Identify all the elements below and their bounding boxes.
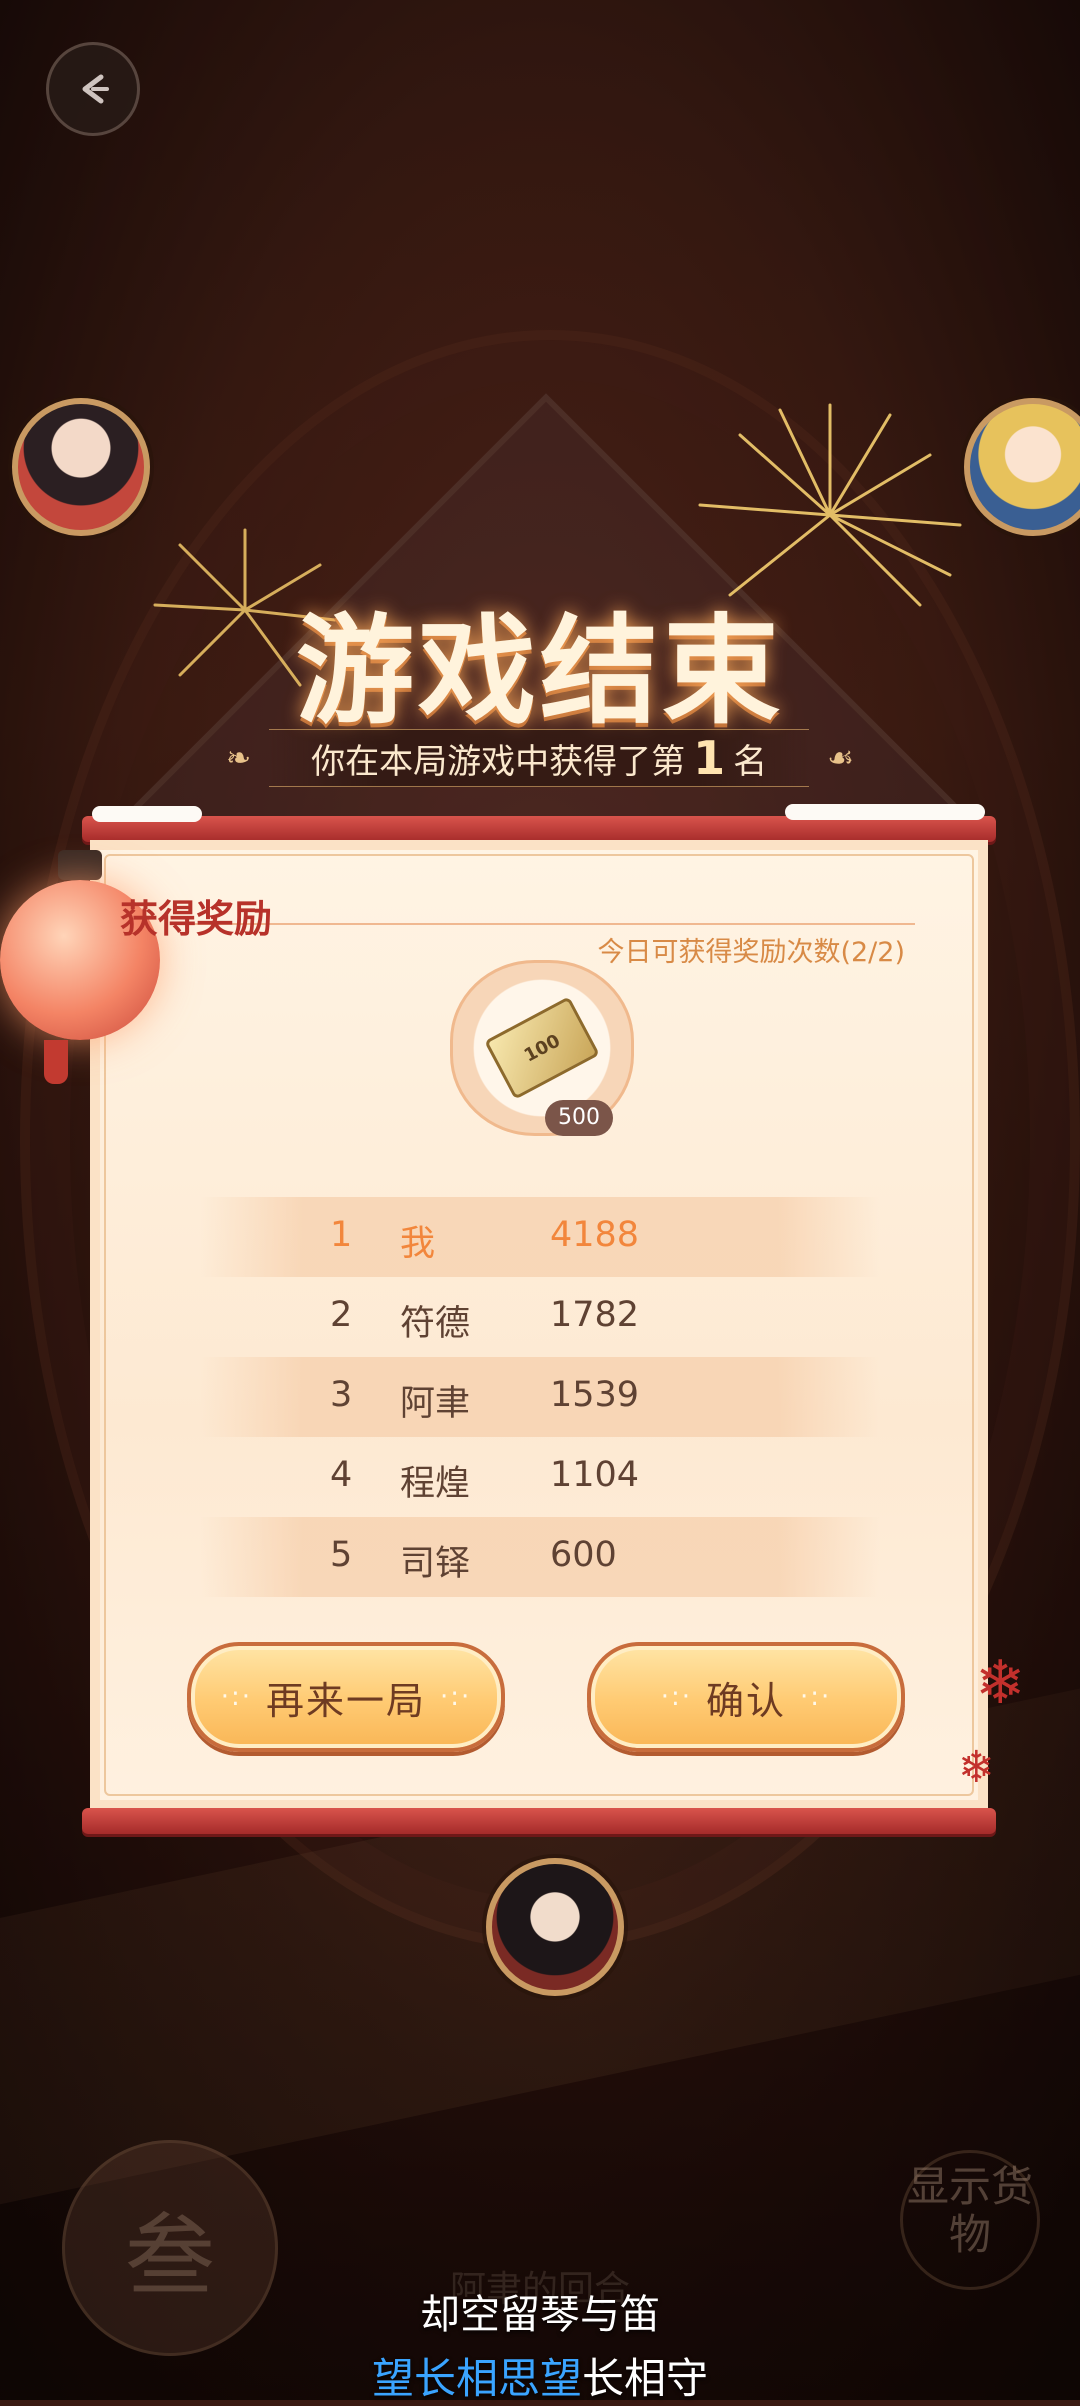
- snow-decoration: [785, 804, 985, 820]
- ranking-row: 2 符德 1782: [200, 1277, 880, 1357]
- ranking-score: 4188: [550, 1215, 640, 1255]
- ranking-name: 符德: [400, 1304, 471, 1344]
- ranking-rank: 2: [330, 1295, 353, 1335]
- ranking-score: 600: [550, 1535, 617, 1575]
- snow-decoration: [92, 806, 202, 822]
- ranking-rank: 3: [330, 1375, 353, 1415]
- ranking-name: 阿聿: [400, 1384, 471, 1424]
- confirm-label: 确认: [705, 1678, 786, 1723]
- game-over-title-wrap: 游戏结束: [0, 575, 1080, 746]
- ticket-value: 100: [520, 1029, 564, 1067]
- confirm-button[interactable]: ·:· 确认 ·:·: [587, 1642, 905, 1752]
- reward-title-underline: [175, 893, 915, 925]
- ranking-score: 1539: [550, 1375, 640, 1415]
- lantern-tassel: [44, 1040, 68, 1084]
- player-avatar-bottom[interactable]: [486, 1858, 624, 1996]
- swirl-right-icon: ☙: [827, 740, 855, 776]
- reward-quantity: 500: [545, 1100, 613, 1136]
- snowflake-icon: ❄: [975, 1648, 1026, 1718]
- ranking-rank: 4: [330, 1455, 353, 1495]
- ranking-row: 4 程煌 1104: [200, 1437, 880, 1517]
- ranking-name: 司铎: [400, 1544, 471, 1584]
- rank-suffix: 名: [733, 741, 768, 782]
- ranking-row: 3 阿聿 1539: [200, 1357, 880, 1437]
- rank-value: 1: [693, 731, 726, 785]
- ranking-rank: 1: [330, 1215, 353, 1255]
- back-button[interactable]: [46, 42, 140, 136]
- daily-reward-count: 今日可获得奖励次数(2/2): [597, 937, 905, 968]
- play-again-button[interactable]: ·:· 再来一局 ·:·: [187, 1642, 505, 1752]
- game-over-title: 游戏结束: [295, 601, 784, 740]
- rank-prefix: 你在本局游戏中获得了第: [311, 741, 686, 782]
- reward-title: 获得奖励: [120, 896, 273, 941]
- ranking-rank: 5: [330, 1535, 353, 1575]
- scroll-bottom-rod: [82, 1808, 996, 1834]
- lyric-line-1: 却空留琴与笛: [420, 2292, 660, 2338]
- swirl-left-icon: ❧: [225, 740, 252, 776]
- ranking-score: 1782: [550, 1295, 640, 1335]
- rank-result-bar: 你在本局游戏中获得了第 1 名: [269, 729, 810, 787]
- dots-decoration: ·:·: [220, 1682, 252, 1712]
- player-avatar-left[interactable]: [12, 398, 150, 536]
- ranking-score: 1104: [550, 1455, 640, 1495]
- lyric-line-2-highlight: 望长相思望: [371, 2354, 582, 2403]
- dots-decoration: ·:·: [440, 1682, 472, 1712]
- lantern-cap: [58, 850, 102, 880]
- lyric-line-2-rest: 长相守: [582, 2354, 709, 2403]
- dots-decoration: ·:·: [660, 1682, 692, 1712]
- snowflake-icon: ❄: [958, 1742, 995, 1793]
- ticket-100-icon: 100: [484, 996, 600, 1100]
- play-again-label: 再来一局: [265, 1678, 426, 1723]
- rank-result-line: ❧ 你在本局游戏中获得了第 1 名 ☙: [0, 728, 1080, 788]
- ranking-list: 1 我 4188 2 符德 1782 3 阿聿 1539 4 程煌 1104 5…: [200, 1197, 880, 1597]
- ranking-name: 程煌: [400, 1464, 471, 1504]
- ranking-name: 我: [400, 1224, 436, 1264]
- ranking-row: 5 司铎 600: [200, 1517, 880, 1597]
- back-arrow-icon: [82, 74, 109, 104]
- lyric-line-2: 望长相思望长相守: [0, 2345, 1080, 2406]
- dots-decoration: ·:·: [800, 1682, 832, 1712]
- ranking-row: 1 我 4188: [200, 1197, 880, 1277]
